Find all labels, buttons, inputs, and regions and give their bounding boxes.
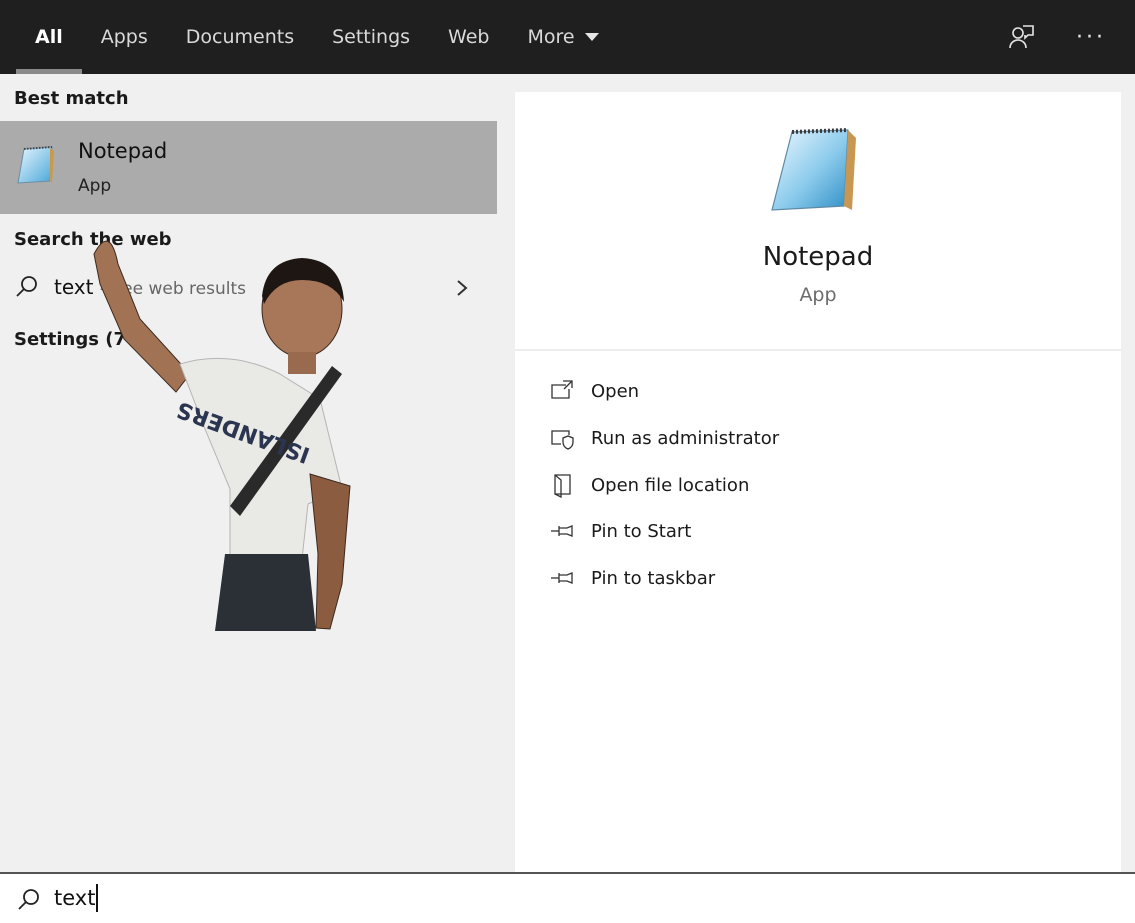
best-match-header: Best match bbox=[14, 88, 129, 109]
result-title: Notepad bbox=[78, 139, 168, 163]
tab-all[interactable]: All bbox=[16, 0, 82, 74]
search-input[interactable]: text bbox=[54, 884, 99, 912]
result-subtitle: App bbox=[78, 176, 112, 196]
tab-settings[interactable]: Settings bbox=[313, 0, 429, 74]
open-icon bbox=[551, 380, 573, 399]
pin-icon bbox=[551, 525, 573, 537]
search-bar[interactable]: text bbox=[0, 872, 1135, 923]
more-options-button[interactable]: ··· bbox=[1065, 11, 1117, 63]
pin-to-taskbar-action[interactable]: Pin to taskbar bbox=[515, 557, 1121, 601]
run-as-admin-icon bbox=[551, 430, 574, 450]
run-as-administrator-action[interactable]: Run as administrator bbox=[515, 417, 1121, 461]
top-icons: ··· bbox=[995, 0, 1135, 74]
preview-pane: Notepad App Open Run as administrator Op… bbox=[515, 92, 1121, 872]
filter-tabs: All Apps Documents Settings Web More bbox=[0, 0, 618, 74]
tab-more[interactable]: More bbox=[508, 0, 617, 74]
top-tab-bar: All Apps Documents Settings Web More ··· bbox=[0, 0, 1135, 74]
search-icon bbox=[16, 276, 37, 297]
notepad-icon bbox=[17, 146, 54, 184]
open-file-location-action[interactable]: Open file location bbox=[515, 464, 1121, 508]
tab-apps[interactable]: Apps bbox=[82, 0, 167, 74]
search-icon bbox=[18, 889, 39, 910]
preview-type: App bbox=[799, 284, 837, 306]
best-match-notepad[interactable]: Notepad App bbox=[0, 121, 497, 214]
tab-web[interactable]: Web bbox=[429, 0, 508, 74]
feedback-icon[interactable] bbox=[995, 11, 1047, 63]
divider bbox=[515, 349, 1121, 351]
person-sticker: ISLANDERS bbox=[93, 240, 351, 631]
file-location-icon bbox=[554, 474, 571, 498]
caret-down-icon bbox=[584, 33, 599, 41]
results-pane: Best match Notepad App Search the web te… bbox=[0, 74, 497, 872]
tab-documents[interactable]: Documents bbox=[167, 0, 313, 74]
open-action[interactable]: Open bbox=[515, 370, 1121, 414]
chevron-right-icon[interactable] bbox=[452, 277, 472, 299]
notepad-large-icon bbox=[771, 128, 856, 211]
pin-to-start-action[interactable]: Pin to Start bbox=[515, 510, 1121, 554]
pin-icon bbox=[551, 572, 573, 584]
preview-title: Notepad bbox=[762, 242, 874, 272]
